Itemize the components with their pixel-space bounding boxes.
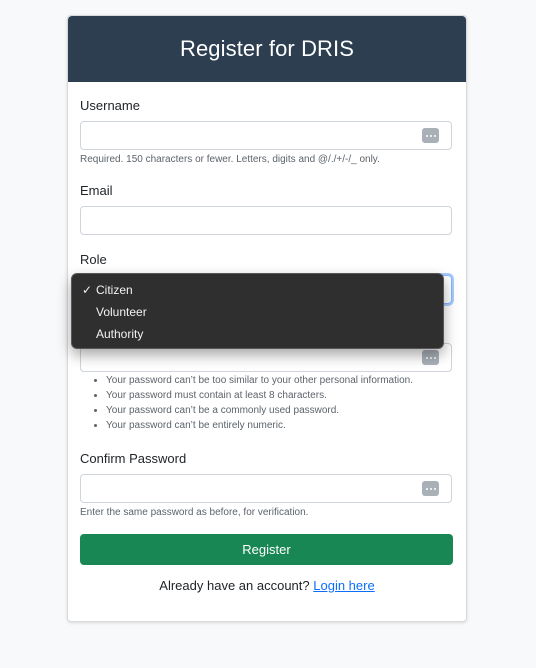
role-option-citizen[interactable]: Citizen — [96, 283, 133, 297]
username-input[interactable] — [80, 121, 452, 150]
password-dots-icon[interactable] — [422, 481, 439, 496]
role-option-volunteer[interactable]: Volunteer — [96, 305, 147, 319]
confirm-password-help: Enter the same password as before, for v… — [80, 507, 309, 518]
role-option-authority[interactable]: Authority — [96, 327, 143, 341]
role-dropdown-menu: ✓ Citizen Volunteer Authority — [71, 273, 444, 349]
card-header: Register for DRIS — [68, 16, 466, 82]
page-title: Register for DRIS — [179, 36, 355, 61]
login-prompt-text: Already have an account? — [159, 578, 310, 593]
password-rule: Your password can’t be too similar to yo… — [106, 373, 413, 388]
password-rule: Your password can’t be a commonly used p… — [106, 403, 413, 418]
email-label: Email — [80, 183, 113, 198]
password-rule: Your password can’t be entirely numeric. — [106, 418, 413, 433]
role-label: Role — [80, 252, 107, 267]
checkmark-icon: ✓ — [82, 283, 93, 297]
login-prompt: Already have an account? Login here — [68, 578, 466, 593]
confirm-password-input[interactable] — [80, 474, 452, 503]
password-dots-icon[interactable] — [422, 128, 439, 143]
username-help: Required. 150 characters or fewer. Lette… — [80, 154, 380, 165]
login-link[interactable]: Login here — [313, 578, 374, 593]
register-button[interactable]: Register — [80, 534, 453, 565]
password-rules: Your password can’t be too similar to yo… — [80, 373, 413, 433]
email-input[interactable] — [80, 206, 452, 235]
confirm-password-label: Confirm Password — [80, 451, 187, 466]
password-dots-icon[interactable] — [422, 350, 439, 365]
username-label: Username — [80, 98, 140, 113]
password-rule: Your password must contain at least 8 ch… — [106, 388, 413, 403]
